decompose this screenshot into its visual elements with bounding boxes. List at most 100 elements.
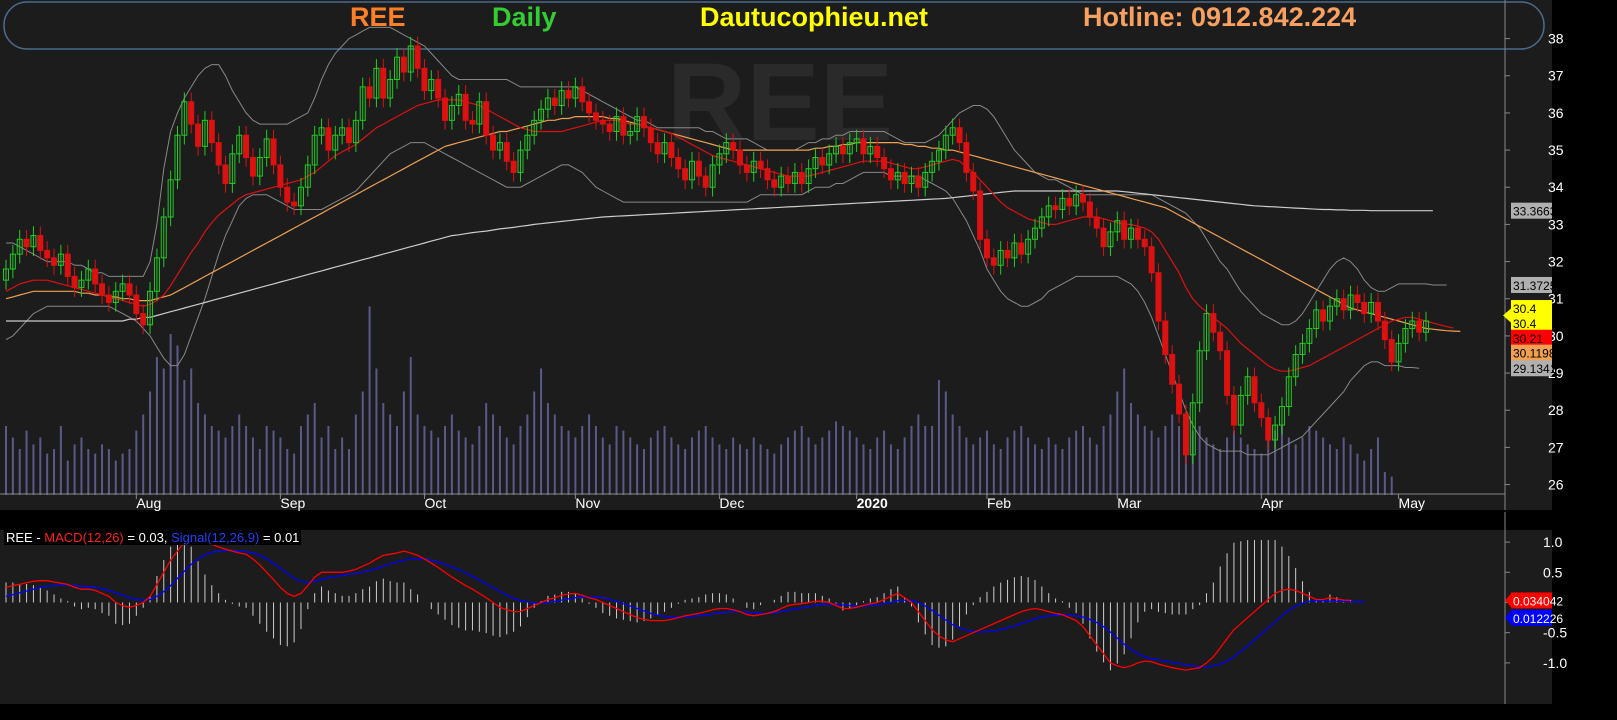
candle-body <box>64 253 71 277</box>
stock-chart: REE 26272829303132333435363738 Aug Sep Oct… <box>0 0 1617 720</box>
site-label: Dautucophieu.net <box>700 2 928 32</box>
candle-body <box>1121 220 1128 240</box>
candle-body <box>1251 376 1258 404</box>
candle-body <box>1086 201 1093 218</box>
candle-body <box>592 112 599 121</box>
price-label-text: 30.21 <box>1513 332 1543 346</box>
candle-body <box>839 145 846 155</box>
candle-body <box>1340 298 1347 311</box>
price-tick-label: 38 <box>1548 31 1564 47</box>
candle-body <box>442 97 449 121</box>
candle-body <box>1100 227 1107 248</box>
candle-body <box>668 142 675 159</box>
candle-body <box>565 90 572 99</box>
candle-body <box>915 175 922 188</box>
candle-body <box>887 168 894 181</box>
candle-body <box>983 238 990 259</box>
candle-body <box>195 123 202 147</box>
candle-body <box>771 179 778 188</box>
candle-body <box>606 123 613 132</box>
candle-body <box>126 283 133 296</box>
candle-body <box>1155 272 1162 322</box>
candle-body <box>1210 313 1217 333</box>
candle-body <box>291 201 298 207</box>
candle-body <box>647 127 654 144</box>
candle-body <box>140 313 147 326</box>
ticker-label: REE <box>350 2 406 32</box>
candle-body <box>133 294 140 315</box>
candle-body <box>702 175 709 188</box>
candle-body <box>188 101 195 125</box>
candle-body <box>956 127 963 144</box>
hotline-label: Hotline: 0912.842.224 <box>1083 2 1357 32</box>
price-tick-label: 35 <box>1548 142 1564 158</box>
date-tick-label: Dec <box>719 495 744 511</box>
candle-body <box>400 56 407 73</box>
macd-tick-label: 0.5 <box>1543 564 1563 580</box>
date-tick-label: Sep <box>280 495 305 511</box>
candle-body <box>990 257 997 266</box>
macd-panel <box>0 530 1552 704</box>
candle-body <box>1416 320 1423 333</box>
candle-body <box>1388 339 1395 363</box>
price-label-text: 30.1198 <box>1513 347 1556 361</box>
candle-body <box>1066 197 1073 207</box>
candle-body <box>421 67 428 92</box>
candle-body <box>586 101 593 114</box>
price-tick-label: 26 <box>1548 477 1564 493</box>
candle-body <box>1320 309 1327 322</box>
date-tick-label: Nov <box>575 495 600 511</box>
candle-body <box>1169 353 1176 385</box>
candle-body <box>503 142 510 162</box>
macd-legend-signal-value: = 0.01 <box>259 530 300 545</box>
candle-body <box>970 171 977 192</box>
candle-body <box>675 157 682 170</box>
candle-body <box>757 160 764 170</box>
candle-body <box>1093 216 1100 229</box>
candle-body <box>764 168 771 181</box>
candle-body <box>243 134 250 159</box>
price-label-text: 29.1341 <box>1513 362 1557 376</box>
date-tick-label: 2020 <box>857 495 888 511</box>
candle-body <box>551 97 558 106</box>
price-tick-label: 36 <box>1548 105 1564 121</box>
candle-body <box>44 249 51 259</box>
candle-body <box>345 127 352 144</box>
price-label-text: 30.4 <box>1513 317 1537 331</box>
candle-body <box>414 45 421 69</box>
candle-body <box>901 171 908 185</box>
candle-body <box>1004 249 1011 259</box>
candle-body <box>743 164 750 173</box>
candle-body <box>963 142 970 173</box>
price-tick-label: 37 <box>1548 68 1564 84</box>
date-tick-label: Apr <box>1261 495 1283 511</box>
candle-body <box>1148 246 1155 274</box>
date-tick-label: Aug <box>136 495 161 511</box>
candle-body <box>105 294 112 303</box>
candle-body <box>819 157 826 166</box>
candle-body <box>1176 383 1183 415</box>
candle-body <box>380 67 387 99</box>
candle-body <box>71 275 78 289</box>
candle-body <box>1374 301 1381 322</box>
candle-body <box>270 138 277 166</box>
macd-tick-label: 1.0 <box>1543 534 1563 550</box>
candle-body <box>1080 194 1087 203</box>
candle-body <box>490 134 497 151</box>
candle-body <box>249 157 256 177</box>
macd-legend-macd-value: = 0.03, <box>123 530 172 545</box>
candle-body <box>435 78 442 99</box>
date-tick-label: Mar <box>1117 495 1141 511</box>
price-tick-label: 32 <box>1548 254 1564 270</box>
candle-body <box>483 101 490 136</box>
candle-body <box>640 116 647 129</box>
candle-body <box>1134 227 1141 240</box>
price-label-text: 31.3725 <box>1513 279 1557 293</box>
candle-body <box>510 160 517 173</box>
macd-tick-label: -1.0 <box>1543 655 1567 671</box>
price-label-text: 33.3663 <box>1513 205 1557 219</box>
candle-body <box>881 157 888 170</box>
candle-body <box>654 142 661 155</box>
candle-body <box>977 190 984 240</box>
date-tick-label: May <box>1399 495 1425 511</box>
